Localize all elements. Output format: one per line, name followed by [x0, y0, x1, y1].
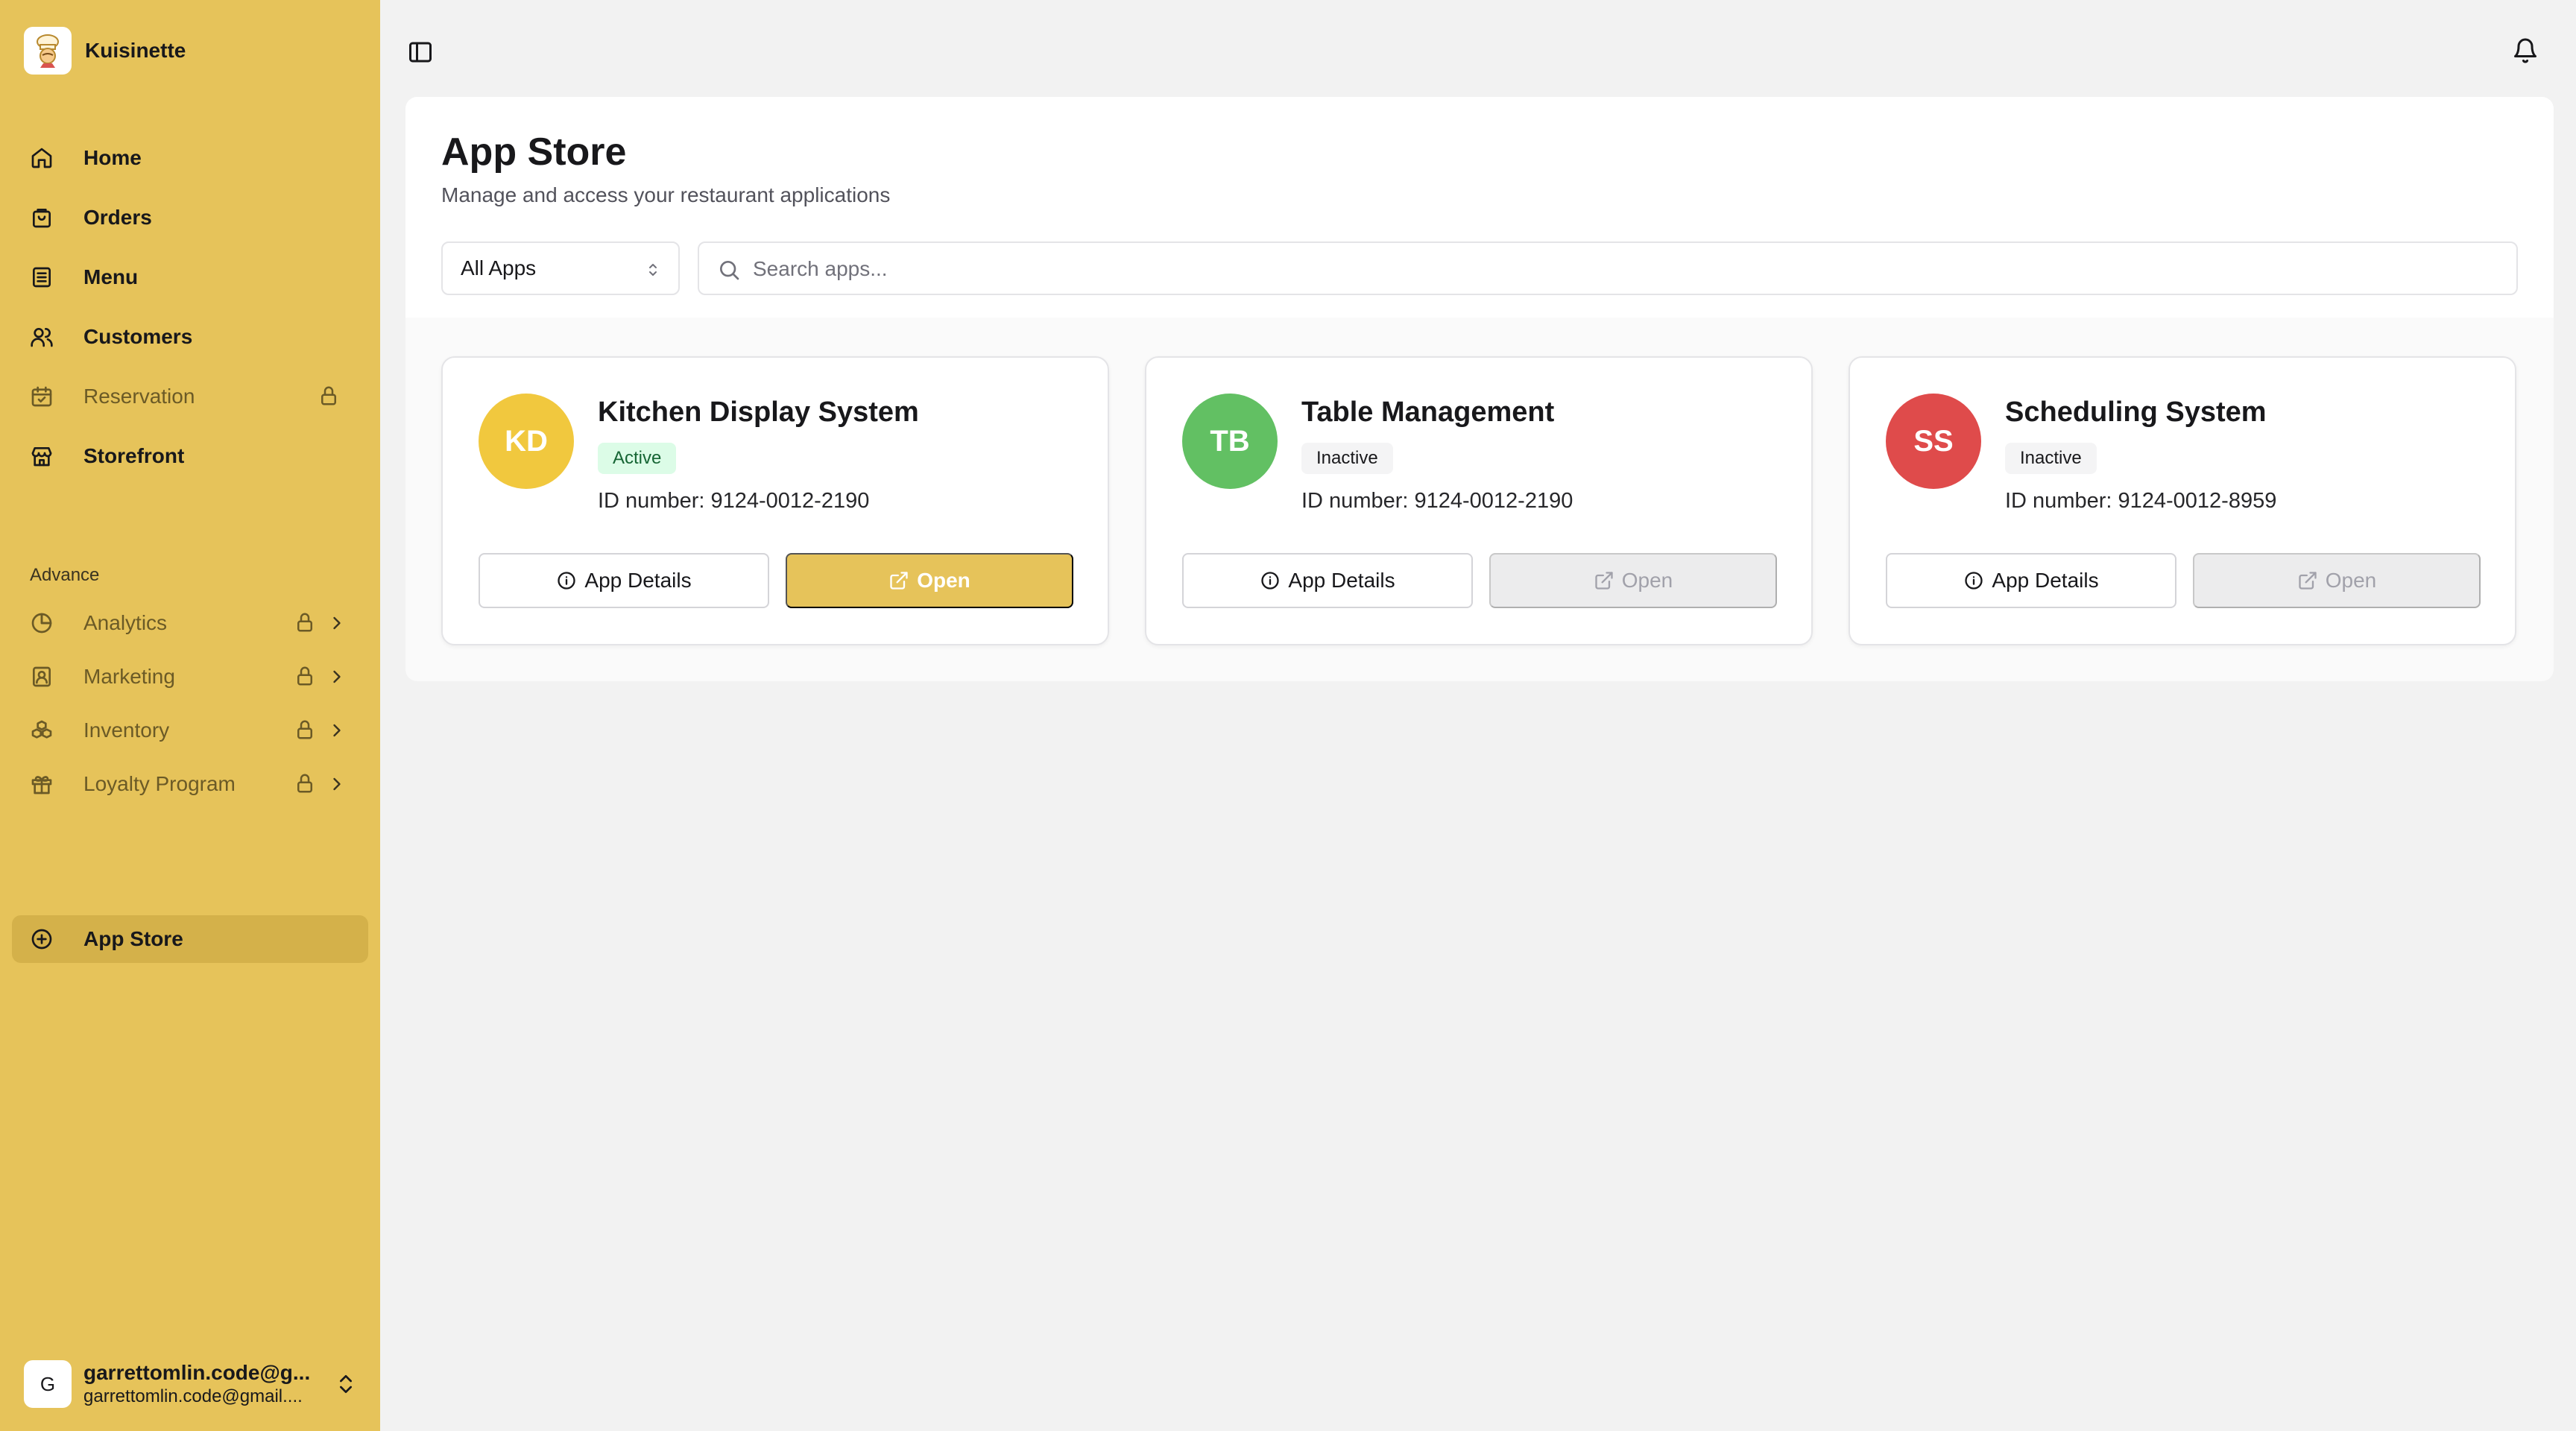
search-box	[698, 241, 2518, 295]
app-id-number: ID number: 9124-0012-2190	[1301, 489, 1573, 513]
sidebar-item-label: Home	[83, 146, 142, 169]
sidebar-item-customers[interactable]: Customers	[12, 313, 368, 361]
sidebar-item-marketing[interactable]: Marketing	[12, 653, 368, 701]
sidebar-item-label: Inventory	[83, 718, 170, 742]
app-details-button[interactable]: App Details	[1182, 553, 1473, 608]
external-link-icon	[888, 570, 909, 591]
app-store-panel: App Store Manage and access your restaur…	[405, 97, 2554, 681]
app-avatar: TB	[1182, 394, 1278, 489]
sidebar-item-inventory[interactable]: Inventory	[12, 707, 368, 754]
sidebar-item-label: Marketing	[83, 665, 175, 688]
app-details-button[interactable]: App Details	[479, 553, 769, 608]
sidebar-item-orders[interactable]: Orders	[12, 194, 368, 241]
sidebar-item-label: Analytics	[83, 611, 168, 634]
lock-icon	[294, 665, 316, 687]
app-details-label: App Details	[1288, 569, 1395, 592]
chevron-right-icon[interactable]	[326, 613, 347, 634]
external-link-icon	[1594, 570, 1614, 591]
app-details-button[interactable]: App Details	[1886, 553, 2176, 608]
pie-chart-icon	[30, 611, 54, 635]
info-icon	[556, 570, 577, 591]
contact-icon	[30, 665, 54, 689]
chevron-right-icon[interactable]	[326, 774, 347, 795]
sidebar-item-label: Loyalty Program	[83, 772, 236, 795]
open-label: Open	[1621, 569, 1673, 592]
sidebar: Kuisinette Home Orders Menu Customers Re…	[0, 0, 380, 1431]
open-app-button[interactable]: Open	[1489, 553, 1777, 608]
chevrons-up-down-icon[interactable]	[334, 1371, 358, 1397]
app-card-table-management: TB Table Management Inactive ID number: …	[1145, 356, 1813, 645]
app-root: Kuisinette Home Orders Menu Customers Re…	[0, 0, 2576, 1431]
calendar-check-icon	[30, 385, 54, 408]
lock-icon	[294, 772, 316, 795]
external-link-icon	[2297, 570, 2318, 591]
sidebar-item-label: Orders	[83, 206, 152, 229]
boxes-icon	[30, 718, 54, 742]
app-name: Table Management	[1301, 397, 1555, 428]
chevron-right-icon[interactable]	[326, 720, 347, 741]
status-badge: Active	[598, 443, 677, 474]
sidebar-item-home[interactable]: Home	[12, 134, 368, 182]
open-app-button[interactable]: Open	[2193, 553, 2481, 608]
sidebar-item-label: Customers	[83, 325, 193, 348]
app-filter-select[interactable]: All Apps	[441, 241, 680, 295]
store-icon	[30, 444, 54, 468]
avatar: G	[24, 1360, 72, 1408]
lock-icon	[294, 611, 316, 634]
list-icon	[30, 265, 54, 289]
page-title: App Store	[441, 130, 627, 174]
info-icon	[1963, 570, 1984, 591]
chevron-right-icon[interactable]	[326, 666, 347, 687]
search-input[interactable]	[753, 250, 2497, 288]
user-name: garrettomlin.code@g...	[83, 1361, 311, 1384]
app-name: Kitchen Display System	[598, 397, 919, 428]
sidebar-item-reservation[interactable]: Reservation	[12, 373, 368, 420]
chef-icon	[24, 27, 72, 75]
app-details-label: App Details	[584, 569, 692, 592]
open-label: Open	[2325, 569, 2377, 592]
user-menu[interactable]: G garrettomlin.code@g... garrettomlin.co…	[24, 1358, 367, 1410]
bell-icon[interactable]	[2512, 37, 2539, 64]
lock-icon	[318, 385, 340, 407]
app-card-scheduling-system: SS Scheduling System Inactive ID number:…	[1849, 356, 2516, 645]
lock-icon	[294, 718, 316, 741]
page-header: App Store Manage and access your restaur…	[405, 97, 2554, 318]
open-app-button[interactable]: Open	[786, 553, 1073, 608]
user-email: garrettomlin.code@gmail....	[83, 1386, 303, 1406]
app-id-number: ID number: 9124-0012-2190	[598, 489, 870, 513]
brand-name: Kuisinette	[85, 39, 186, 62]
status-badge: Inactive	[2005, 443, 2097, 474]
page-subtitle: Manage and access your restaurant applic…	[441, 183, 891, 206]
sidebar-item-label: Reservation	[83, 385, 195, 408]
bag-icon	[30, 206, 54, 230]
users-icon	[30, 325, 54, 349]
sidebar-item-label: Storefront	[83, 444, 185, 467]
sidebar-item-label: Menu	[83, 265, 139, 288]
user-info: garrettomlin.code@g... garrettomlin.code…	[83, 1361, 322, 1407]
app-name: Scheduling System	[2005, 397, 2267, 428]
section-label-advance: Advance	[30, 565, 100, 585]
app-filter-value: All Apps	[461, 256, 537, 279]
app-avatar: KD	[479, 394, 574, 489]
app-card-kitchen-display-system: KD Kitchen Display System Active ID numb…	[441, 356, 1109, 645]
home-icon	[30, 146, 54, 170]
open-label: Open	[917, 569, 970, 592]
sidebar-item-storefront[interactable]: Storefront	[12, 432, 368, 480]
status-badge: Inactive	[1301, 443, 1393, 474]
brand[interactable]: Kuisinette	[24, 27, 186, 75]
sidebar-item-loyalty-program[interactable]: Loyalty Program	[12, 760, 368, 808]
sidebar-item-app-store[interactable]: App Store	[12, 915, 368, 963]
app-avatar: SS	[1886, 394, 1981, 489]
search-icon	[717, 258, 741, 282]
sidebar-item-label: App Store	[83, 927, 183, 950]
sidebar-item-analytics[interactable]: Analytics	[12, 599, 368, 647]
app-details-label: App Details	[1992, 569, 2099, 592]
sidebar-toggle-icon[interactable]	[407, 39, 434, 66]
sidebar-item-menu[interactable]: Menu	[12, 253, 368, 301]
info-icon	[1260, 570, 1281, 591]
plus-circle-icon	[30, 927, 54, 951]
gift-icon	[30, 772, 54, 796]
chevrons-up-down-icon	[644, 259, 662, 280]
app-id-number: ID number: 9124-0012-8959	[2005, 489, 2277, 513]
